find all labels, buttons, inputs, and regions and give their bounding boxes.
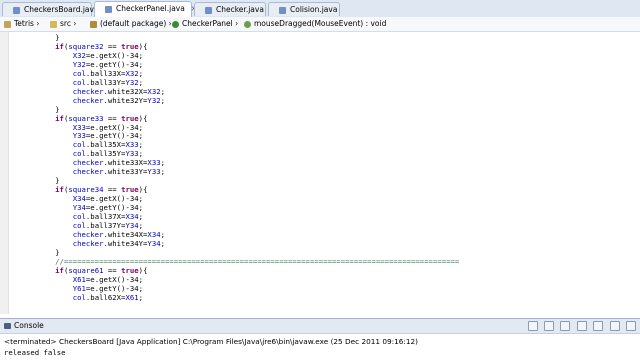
clear-console-icon[interactable] xyxy=(560,321,571,331)
project-icon xyxy=(4,20,11,28)
code-editor[interactable]: } if(square32 == true){ X32=e.getX()-34;… xyxy=(0,32,640,314)
breadcrumb-project[interactable]: Tetris › xyxy=(4,17,39,31)
tab-label: CheckerPanel.java xyxy=(116,4,185,13)
java-file-icon xyxy=(13,6,20,14)
scroll-lock-icon[interactable] xyxy=(576,321,587,331)
console-view-header: Console xyxy=(0,318,640,334)
tab-label: Checker.java xyxy=(216,5,264,14)
console-tab-label[interactable]: Console xyxy=(14,319,44,333)
java-file-icon xyxy=(105,5,112,13)
java-file-icon xyxy=(205,6,212,14)
code-text: } if(square32 == true){ X32=e.getX()-34;… xyxy=(20,33,459,303)
tab-checkersboard[interactable]: CheckersBoard.java xyxy=(2,2,99,16)
tab-colision[interactable]: Colision.java xyxy=(268,2,340,16)
editor-tab-bar: CheckersBoard.java CheckerPanel.java✕ Ch… xyxy=(0,0,640,18)
console-output: released false xyxy=(4,348,66,357)
terminate-icon[interactable] xyxy=(527,321,538,331)
console-icon xyxy=(4,323,11,329)
tab-label: CheckersBoard.java xyxy=(24,5,99,14)
breadcrumb-method[interactable]: mouseDragged(MouseEvent) : void xyxy=(244,17,386,31)
code-line: checker.white33Y=Y33; xyxy=(72,167,166,177)
breadcrumb: Tetris › src › (default package) › Check… xyxy=(0,17,640,32)
breadcrumb-package[interactable]: (default package) › xyxy=(90,17,172,31)
remove-launch-icon[interactable] xyxy=(544,321,555,331)
breadcrumb-class[interactable]: CheckerPanel › xyxy=(172,17,238,31)
display-console-icon[interactable] xyxy=(609,321,620,331)
java-file-icon xyxy=(279,6,286,14)
code-line: col.ball62X=X61; xyxy=(72,292,144,302)
editor-gutter xyxy=(0,32,9,314)
pin-console-icon[interactable] xyxy=(593,321,604,331)
console-toolbar xyxy=(524,321,636,331)
tab-checker[interactable]: Checker.java xyxy=(194,2,266,16)
tab-checkerpanel[interactable]: CheckerPanel.java✕ xyxy=(94,1,197,17)
code-line: checker.white34Y=Y34; xyxy=(72,238,166,248)
class-icon xyxy=(172,20,179,28)
package-icon xyxy=(90,20,97,28)
tab-label: Colision.java xyxy=(290,5,338,14)
code-line: checker.white32Y=Y32; xyxy=(72,95,166,105)
console-status: <terminated> CheckersBoard [Java Applica… xyxy=(4,337,418,346)
method-icon xyxy=(244,20,251,28)
minimize-icon[interactable] xyxy=(626,321,636,331)
breadcrumb-folder[interactable]: src › xyxy=(50,17,76,31)
folder-icon xyxy=(50,20,57,28)
